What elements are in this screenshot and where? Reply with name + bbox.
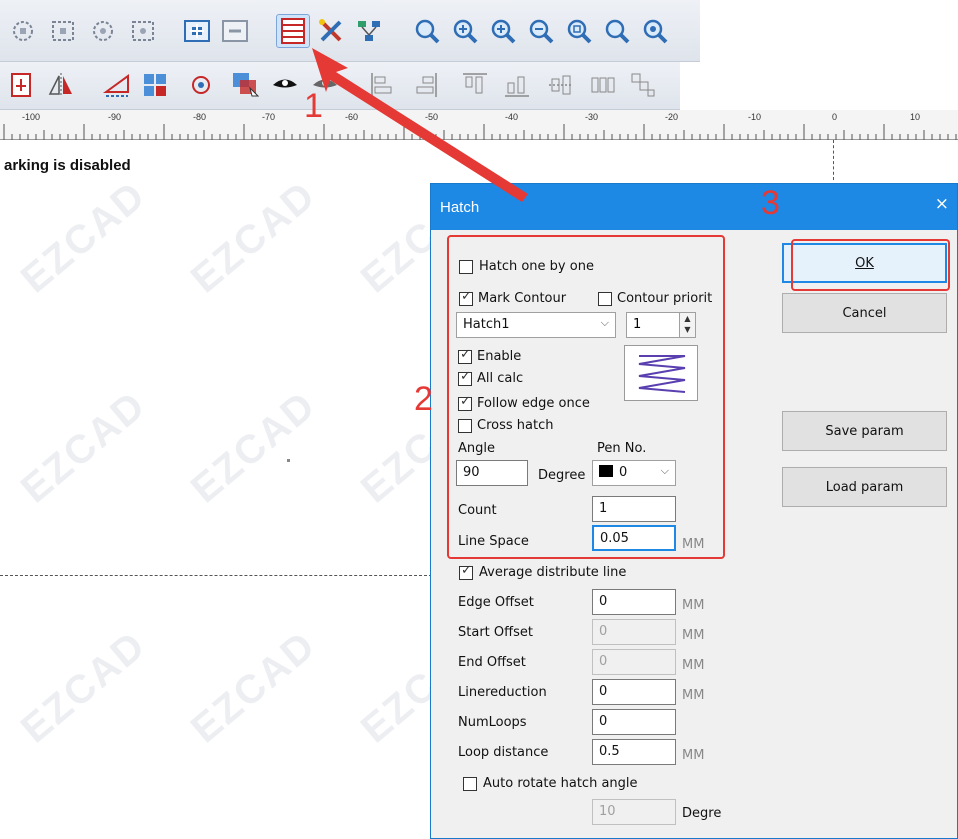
end-offset-unit: MM [682, 658, 705, 673]
zoom-icon[interactable] [600, 14, 634, 48]
loop-distance-input[interactable]: 0.5 [592, 739, 676, 765]
auto-rotate-label: Auto rotate hatch angle [483, 776, 638, 791]
zoom-in-icon[interactable] [486, 14, 520, 48]
node-edit-icon[interactable] [46, 14, 80, 48]
ruler-label: -80 [193, 112, 207, 122]
main-toolbar [0, 0, 700, 62]
loop-distance-label: Loop distance [458, 745, 549, 760]
node-edit-icon[interactable] [126, 14, 160, 48]
end-offset-label: End Offset [458, 655, 526, 670]
load-param-label: Load param [825, 479, 904, 495]
align-center-icon[interactable] [544, 68, 578, 102]
load-param-button[interactable]: Load param [782, 467, 947, 507]
watermark: EZCAD [12, 172, 155, 302]
start-offset-unit: MM [682, 628, 705, 643]
save-param-label: Save param [825, 423, 904, 439]
mirror-icon[interactable] [44, 68, 78, 102]
horizontal-ruler: -100 -90 -80 -70 -60 -50 -40 -30 -20 -10… [0, 110, 958, 140]
annotation-box-2 [447, 235, 725, 559]
align-top-icon[interactable] [458, 68, 492, 102]
watermark: EZCAD [12, 622, 155, 752]
linereduction-label: Linereduction [458, 685, 547, 700]
ruler-label: -70 [262, 112, 276, 122]
hatch-icon[interactable] [276, 14, 310, 48]
ruler-label: -60 [345, 112, 359, 122]
linereduction-unit: MM [682, 688, 705, 703]
linereduction-input[interactable]: 0 [592, 679, 676, 705]
distribute-icon[interactable] [586, 68, 620, 102]
edge-offset-label: Edge Offset [458, 595, 534, 610]
ruler-label: 10 [910, 112, 921, 122]
annotation-box-3 [791, 239, 950, 291]
import-icon[interactable] [4, 68, 38, 102]
ruler-label: -30 [585, 112, 599, 122]
annotation-step-3: 3 [761, 184, 780, 222]
end-offset-input[interactable]: 0 [592, 649, 676, 675]
group-icon[interactable] [180, 14, 214, 48]
cancel-button-label: Cancel [842, 305, 887, 321]
ruler-label: -100 [22, 112, 41, 122]
watermark: EZCAD [182, 382, 325, 512]
dialog-title: Hatch [431, 184, 957, 230]
average-distribute-label: Average distribute line [479, 565, 627, 580]
start-offset-label: Start Offset [458, 625, 533, 640]
loop-distance-unit: MM [682, 748, 705, 763]
status-message: arking is disabled [4, 157, 131, 174]
watermark: EZCAD [182, 622, 325, 752]
ruler-label: -50 [425, 112, 439, 122]
ungroup-icon[interactable] [218, 14, 252, 48]
close-icon[interactable]: × [935, 194, 949, 214]
eye-icon[interactable] [268, 68, 302, 102]
annotation-step-1: 1 [304, 87, 323, 125]
auto-rotate-angle-input[interactable]: 10 [592, 799, 676, 825]
ruler-ticks [3, 124, 957, 140]
start-offset-input[interactable]: 0 [592, 619, 676, 645]
tools-icon[interactable] [314, 14, 348, 48]
canvas-boundary-line [0, 575, 432, 576]
offset-icon[interactable] [100, 68, 134, 102]
numloops-label: NumLoops [458, 715, 527, 730]
zoom-out-icon[interactable] [524, 14, 558, 48]
canvas-object[interactable] [287, 459, 290, 462]
annotation-step-2: 2 [414, 380, 433, 418]
edge-offset-unit: MM [682, 598, 705, 613]
zoom-icon[interactable] [410, 14, 444, 48]
average-distribute-checkbox[interactable] [459, 563, 473, 580]
edge-offset-input[interactable]: 0 [592, 589, 676, 615]
cancel-button[interactable]: Cancel [782, 293, 947, 333]
layout-icon[interactable] [352, 14, 386, 48]
numloops-input[interactable]: 0 [592, 709, 676, 735]
watermark: EZCAD [182, 172, 325, 302]
zoom-all-icon[interactable] [562, 14, 596, 48]
edit-toolbar [0, 62, 680, 110]
align-right-icon[interactable] [408, 68, 442, 102]
auto-rotate-checkbox[interactable] [463, 777, 477, 791]
save-param-button[interactable]: Save param [782, 411, 947, 451]
ruler-label: -10 [748, 112, 762, 122]
array-icon[interactable] [138, 68, 172, 102]
ezcad-window: -100 -90 -80 -70 -60 -50 -40 -30 -20 -10… [0, 0, 958, 839]
overlap-icon[interactable] [228, 68, 262, 102]
canvas-boundary-line [833, 140, 834, 180]
ruler-label: -20 [665, 112, 679, 122]
node-edit-icon[interactable] [86, 14, 120, 48]
ruler-label: -90 [108, 112, 122, 122]
rotate-icon[interactable] [184, 68, 218, 102]
align-left-icon[interactable] [366, 68, 400, 102]
zoom-in-icon[interactable] [448, 14, 482, 48]
ruler-label: 0 [832, 112, 838, 122]
ruler-label: -40 [505, 112, 519, 122]
node-edit-icon[interactable] [6, 14, 40, 48]
auto-rotate-unit: Degre [682, 806, 722, 821]
watermark: EZCAD [12, 382, 155, 512]
align-bottom-icon[interactable] [500, 68, 534, 102]
zoom-selection-icon[interactable] [638, 14, 672, 48]
distribute-icon[interactable] [626, 68, 660, 102]
